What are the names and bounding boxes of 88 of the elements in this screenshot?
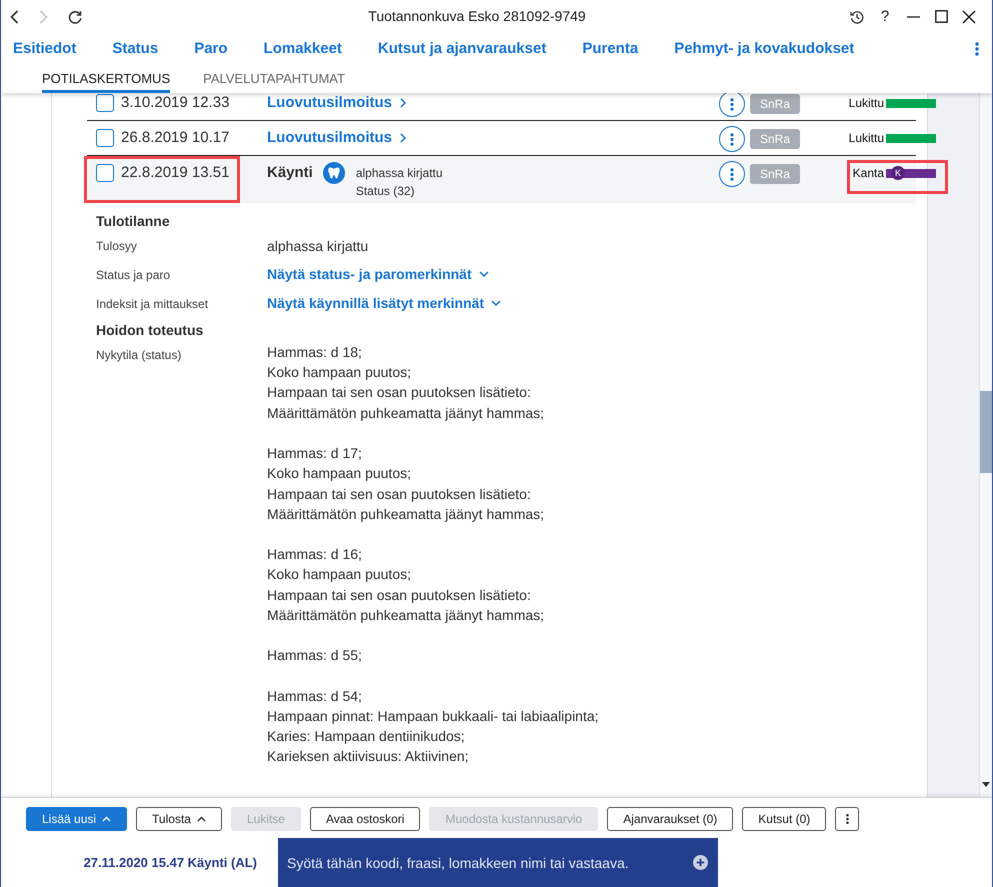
record-line: Koko hampaan puutos; bbox=[267, 363, 411, 382]
more-icon bbox=[730, 168, 734, 180]
back-icon[interactable] bbox=[10, 10, 19, 24]
record-line: Hampaan tai sen osan puutoksen lisätieto: bbox=[267, 383, 531, 402]
status-label: Lukittu bbox=[848, 95, 884, 111]
entry-link[interactable]: Luovutusilmoitus bbox=[267, 128, 406, 148]
author-tag: SnRa bbox=[750, 94, 800, 114]
entry-date: 3.10.2019 12.33 bbox=[121, 93, 230, 113]
field-value: alphassa kirjattu bbox=[267, 238, 368, 254]
nav-link[interactable]: Pehmyt- ja kovakudokset bbox=[674, 39, 854, 59]
author-tag: SnRa bbox=[750, 129, 800, 149]
nav-link[interactable]: Paro bbox=[194, 39, 228, 59]
toolbar-button[interactable]: Ajanvaraukset (0) bbox=[607, 806, 734, 830]
record-line: Hampaan pinnat: Hampaan bukkaali- tai labiaalipinta; bbox=[267, 707, 599, 726]
nav-link[interactable]: Esitiedot bbox=[13, 39, 76, 59]
toolbar-button[interactable]: Kutsut (0) bbox=[742, 806, 826, 830]
toolbar-button[interactable]: Avaa ostoskori bbox=[310, 806, 420, 830]
more-icon bbox=[730, 98, 734, 110]
command-field[interactable]: Syötä tähän koodi, fraasi, lomakkeen nimi tai vastaava. bbox=[278, 838, 718, 887]
nav-link[interactable]: Status bbox=[112, 39, 158, 59]
record-line: Määrittämätön puhkeamatta jäänyt hammas; bbox=[267, 504, 544, 524]
window-title: Tuotannonkuva Esko 281092-9749 bbox=[367, 7, 587, 26]
entry-link[interactable]: Luovutusilmoitus bbox=[267, 93, 406, 113]
plus-icon[interactable] bbox=[693, 855, 708, 870]
toolbar-button[interactable]: Tulosta bbox=[136, 806, 222, 830]
record-line: Hammas: d 55; bbox=[267, 646, 362, 666]
checkbox[interactable] bbox=[96, 94, 114, 112]
toolbar-button: Lukitse bbox=[230, 806, 301, 830]
expand-link[interactable]: Näytä status- ja paromerkinnät bbox=[267, 264, 489, 284]
refresh-icon[interactable] bbox=[68, 10, 82, 24]
field-label: Indeksit ja mittaukset bbox=[96, 297, 208, 311]
record-line: Hampaan tai sen osan puutoksen lisätieto: bbox=[267, 586, 531, 605]
nav-link[interactable]: Kutsut ja ajanvaraukset bbox=[378, 39, 546, 59]
history-icon[interactable] bbox=[850, 10, 864, 24]
entry-row[interactable]: 22.8.2019 13.51 Käynti alphassa kirjattu Status (32) SnRa Kanta K bbox=[84, 156, 948, 203]
record-line: Määrittämätön puhkeamatta jäänyt hammas; bbox=[267, 606, 544, 625]
checkbox[interactable] bbox=[96, 129, 114, 147]
entry-date: 22.8.2019 13.51 bbox=[121, 163, 230, 183]
field-label: Status ja paro bbox=[96, 268, 170, 282]
command-input[interactable]: Syötä tähän koodi, fraasi, lomakkeen nimi tai vastaava. bbox=[287, 852, 687, 874]
more-button[interactable] bbox=[835, 806, 860, 830]
toolbar-button: Muodosta kustannusarvio bbox=[429, 806, 598, 830]
field-label: Nykytila (status) bbox=[96, 348, 182, 362]
nav-link[interactable]: Purenta bbox=[582, 39, 638, 59]
more-button[interactable] bbox=[719, 93, 745, 117]
record-line: Hammas: d 18; bbox=[267, 343, 362, 362]
record-line: Karieksen aktiivisuus: Aktiivinen; bbox=[267, 747, 469, 766]
record-line: Hammas: d 54; bbox=[267, 686, 362, 706]
more-button[interactable] bbox=[719, 126, 745, 152]
status-label: Lukittu bbox=[848, 130, 884, 146]
checkbox[interactable] bbox=[96, 164, 114, 182]
author-tag: SnRa bbox=[750, 164, 800, 184]
context-label: 27.11.2020 15.47 Käynti (AL) bbox=[84, 854, 257, 872]
record-line: Koko hampaan puutos; bbox=[267, 565, 411, 584]
record-line: Karies: Hampaan dentiinikudos; bbox=[267, 727, 465, 746]
section-heading: Hoidon toteutus bbox=[96, 321, 204, 339]
expand-link[interactable]: Näytä käynnillä lisätyt merkinnät bbox=[267, 293, 502, 313]
record-line: Hammas: d 16; bbox=[267, 545, 362, 564]
record-line: Hampaan tai sen osan puutoksen lisätieto: bbox=[267, 484, 531, 504]
record-line: Määrittämätön puhkeamatta jäänyt hammas; bbox=[267, 404, 544, 423]
sub-tab[interactable]: PALVELUTAPAHTUMAT bbox=[203, 65, 345, 93]
entry-title: Käynti bbox=[267, 163, 313, 183]
field-label: Tulosyy bbox=[96, 239, 137, 253]
chevron-right-icon bbox=[400, 98, 406, 108]
chevron-down-icon bbox=[491, 300, 502, 306]
scroll-down-icon[interactable] bbox=[982, 782, 990, 787]
status-label: Kanta bbox=[852, 165, 884, 181]
entry-subnote: Status (32) bbox=[356, 183, 415, 200]
help-button[interactable]: ? bbox=[880, 8, 890, 26]
entry-note: alphassa kirjattu bbox=[356, 165, 443, 182]
chevron-down-icon bbox=[478, 271, 489, 277]
record-line: Hammas: d 17; bbox=[267, 444, 362, 464]
tooth-icon bbox=[322, 162, 345, 184]
primary-button[interactable]: Lisää uusi bbox=[26, 806, 128, 830]
record-line: Koko hampaan puutos; bbox=[267, 464, 411, 484]
entry-row[interactable]: 26.8.2019 10.17 Luovutusilmoitus SnRa Lukittu bbox=[84, 121, 948, 156]
entry-row[interactable]: 3.10.2019 12.33 Luovutusilmoitus SnRa Lukittu bbox=[84, 93, 948, 121]
entry-date: 26.8.2019 10.17 bbox=[121, 128, 230, 148]
nav-link[interactable]: Lomakkeet bbox=[264, 39, 342, 59]
maximize-icon[interactable] bbox=[934, 10, 948, 23]
section-heading: Tulotilanne bbox=[96, 212, 170, 230]
more-icon bbox=[846, 812, 849, 824]
more-icon bbox=[730, 132, 734, 146]
minimize-icon[interactable] bbox=[906, 16, 920, 18]
close-icon[interactable] bbox=[962, 10, 976, 24]
more-icon[interactable] bbox=[975, 42, 979, 56]
chevron-right-icon bbox=[400, 133, 406, 143]
scrollbar-thumb[interactable] bbox=[980, 391, 992, 473]
